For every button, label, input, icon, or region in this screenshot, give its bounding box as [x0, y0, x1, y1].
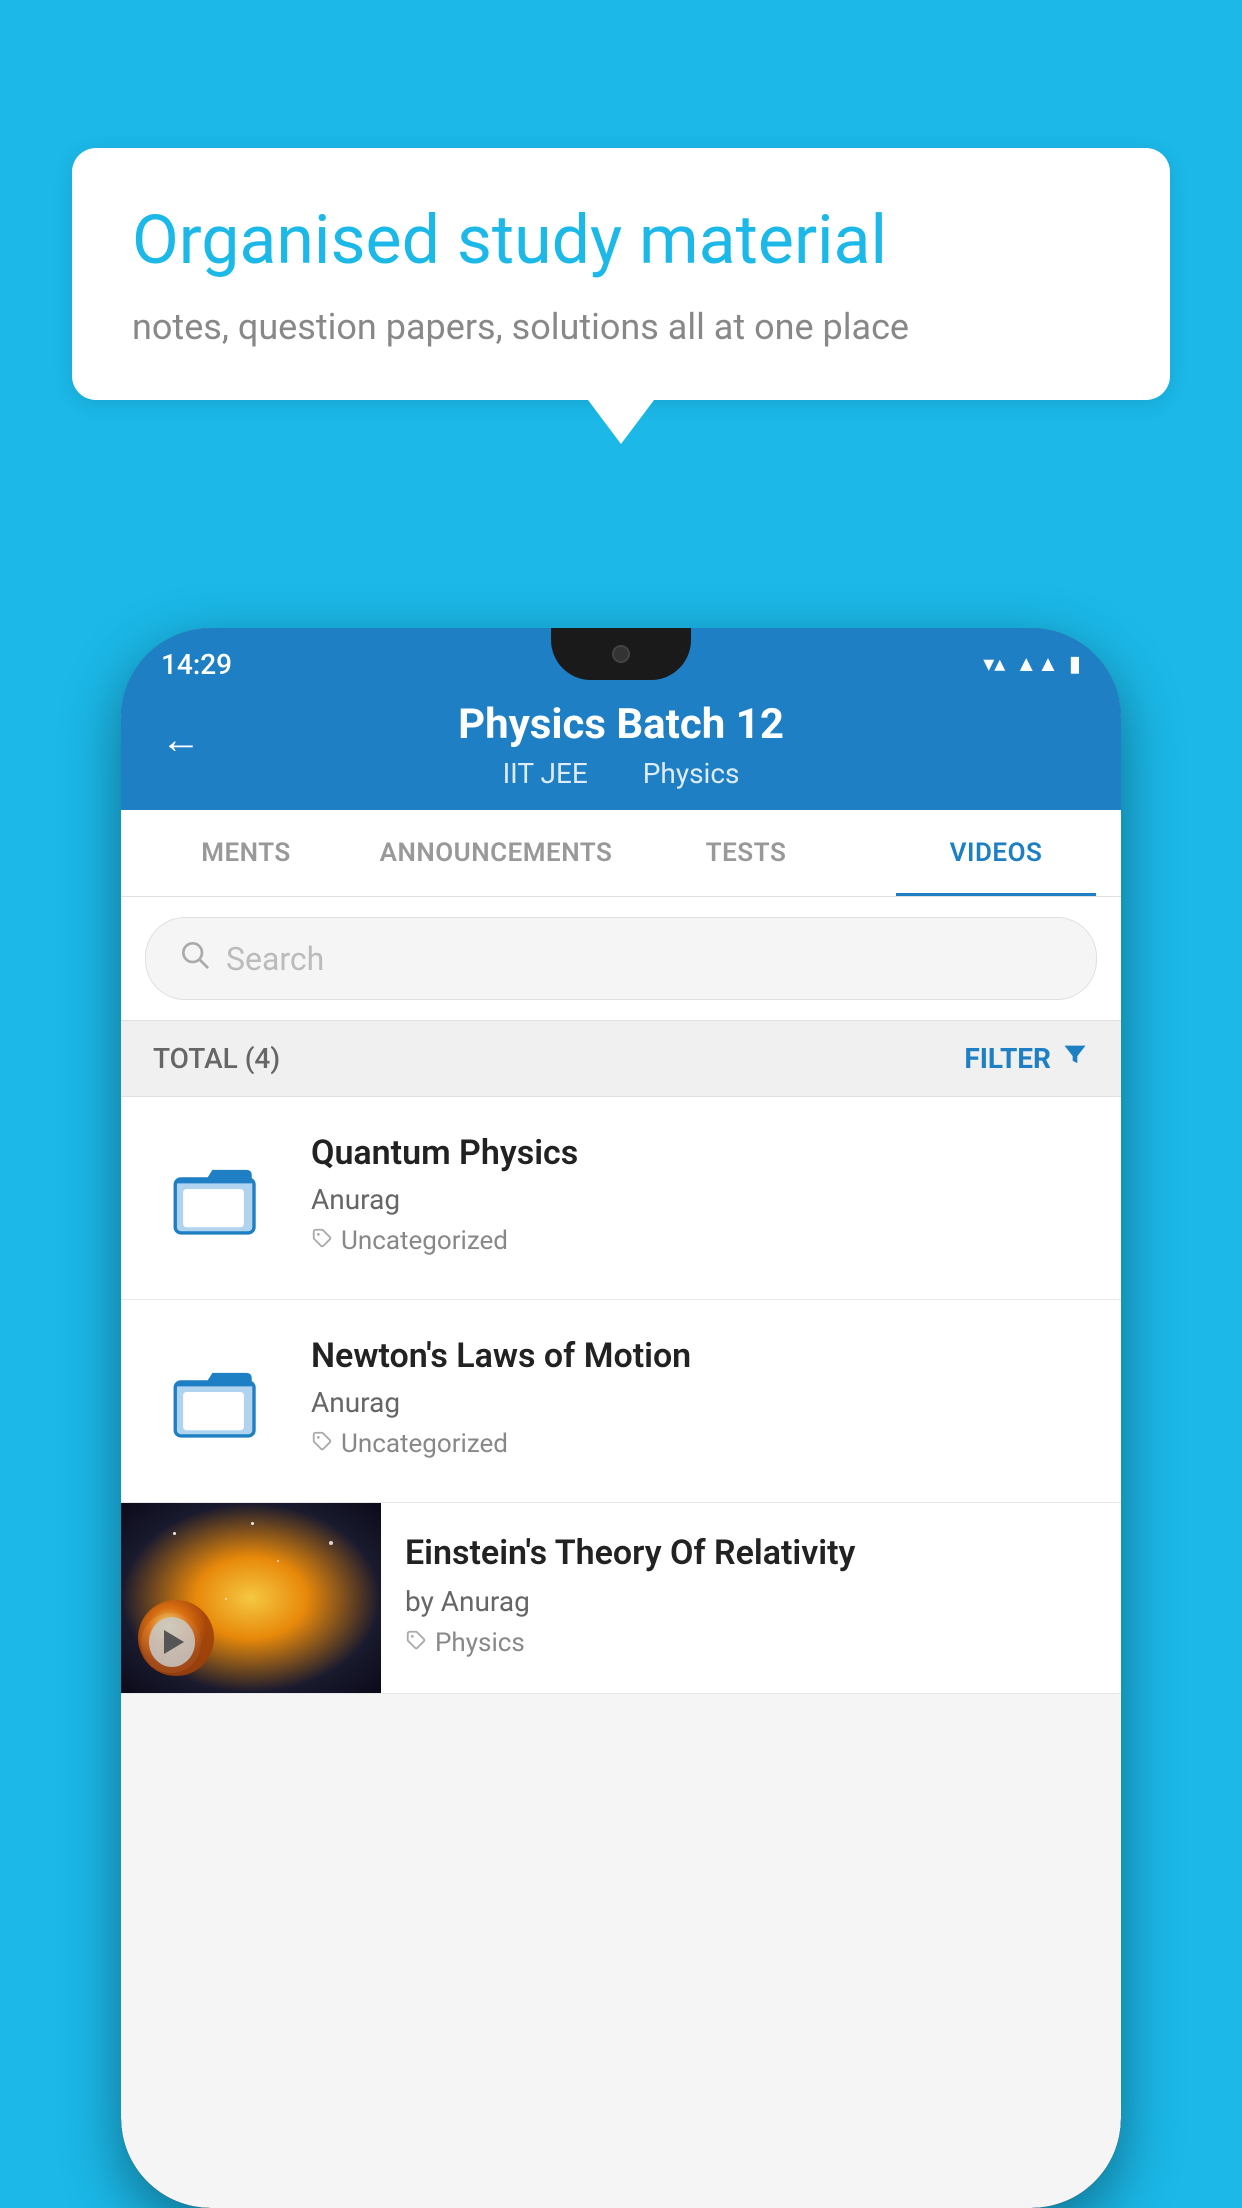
- video-info: Newton's Laws of Motion Anurag Uncategor…: [311, 1336, 1089, 1459]
- tab-announcements[interactable]: ANNOUNCEMENTS: [371, 810, 621, 896]
- folder-thumbnail: [153, 1336, 283, 1466]
- phone-screen: 14:29 ▾▴ ▲▲ ▮ ← Physics Batch 12 IIT JEE…: [121, 628, 1121, 2208]
- list-item[interactable]: Quantum Physics Anurag Uncategorized: [121, 1097, 1121, 1300]
- video-preview-thumbnail: [121, 1503, 381, 1693]
- tag-icon: [405, 1628, 427, 1658]
- total-count: TOTAL (4): [153, 1042, 280, 1075]
- video-author: Anurag: [311, 1183, 1089, 1216]
- filter-bar: TOTAL (4) FILTER: [121, 1021, 1121, 1097]
- phone-notch: [551, 628, 691, 680]
- tag-icon: [311, 1429, 333, 1459]
- filter-funnel-icon: [1061, 1041, 1089, 1076]
- search-placeholder: Search: [226, 940, 324, 978]
- tab-tests[interactable]: TESTS: [621, 810, 871, 896]
- tab-videos[interactable]: VIDEOS: [871, 810, 1121, 896]
- folder-thumbnail: [153, 1133, 283, 1263]
- list-item[interactable]: Newton's Laws of Motion Anurag Uncategor…: [121, 1300, 1121, 1503]
- video-tag: Uncategorized: [311, 1226, 1089, 1256]
- wifi-icon: ▾▴: [983, 652, 1005, 677]
- list-item[interactable]: Einstein's Theory Of Relativity by Anura…: [121, 1503, 1121, 1694]
- search-bar[interactable]: Search: [145, 917, 1097, 1000]
- batch-category: IIT JEE: [503, 757, 588, 790]
- play-button[interactable]: [149, 1619, 195, 1665]
- video-info: Einstein's Theory Of Relativity by Anura…: [381, 1503, 1121, 1686]
- speech-bubble-container: Organised study material notes, question…: [72, 148, 1170, 400]
- video-title: Quantum Physics: [311, 1133, 1089, 1173]
- bubble-title: Organised study material: [132, 200, 1110, 282]
- video-title: Einstein's Theory Of Relativity: [405, 1531, 1097, 1575]
- status-bar: 14:29 ▾▴ ▲▲ ▮: [121, 628, 1121, 700]
- speech-bubble: Organised study material notes, question…: [72, 148, 1170, 400]
- batch-subject: Physics: [643, 757, 740, 790]
- search-container: Search: [121, 897, 1121, 1021]
- batch-title: Physics Batch 12: [161, 700, 1081, 749]
- video-info: Quantum Physics Anurag Uncategorized: [311, 1133, 1089, 1256]
- search-icon: [178, 938, 210, 979]
- back-button[interactable]: ←: [161, 716, 201, 763]
- filter-button[interactable]: FILTER: [964, 1041, 1089, 1076]
- camera-lens: [612, 645, 630, 663]
- battery-icon: ▮: [1069, 652, 1081, 677]
- phone-frame: 14:29 ▾▴ ▲▲ ▮ ← Physics Batch 12 IIT JEE…: [121, 628, 1121, 2208]
- video-tag: Uncategorized: [311, 1429, 1089, 1459]
- video-author: Anurag: [311, 1386, 1089, 1419]
- status-icons: ▾▴ ▲▲ ▮: [983, 651, 1081, 677]
- bubble-subtitle: notes, question papers, solutions all at…: [132, 306, 1110, 348]
- tabs-bar: MENTS ANNOUNCEMENTS TESTS VIDEOS: [121, 810, 1121, 897]
- signal-icon: ▲▲: [1015, 651, 1059, 677]
- tag-icon: [311, 1226, 333, 1256]
- tab-ments[interactable]: MENTS: [121, 810, 371, 896]
- video-title: Newton's Laws of Motion: [311, 1336, 1089, 1376]
- video-tag: Physics: [405, 1628, 1097, 1658]
- video-author: by Anurag: [405, 1585, 1097, 1618]
- video-list: Quantum Physics Anurag Uncategorized: [121, 1097, 1121, 1694]
- batch-subtitle: IIT JEE Physics: [161, 757, 1081, 790]
- status-time: 14:29: [161, 648, 232, 681]
